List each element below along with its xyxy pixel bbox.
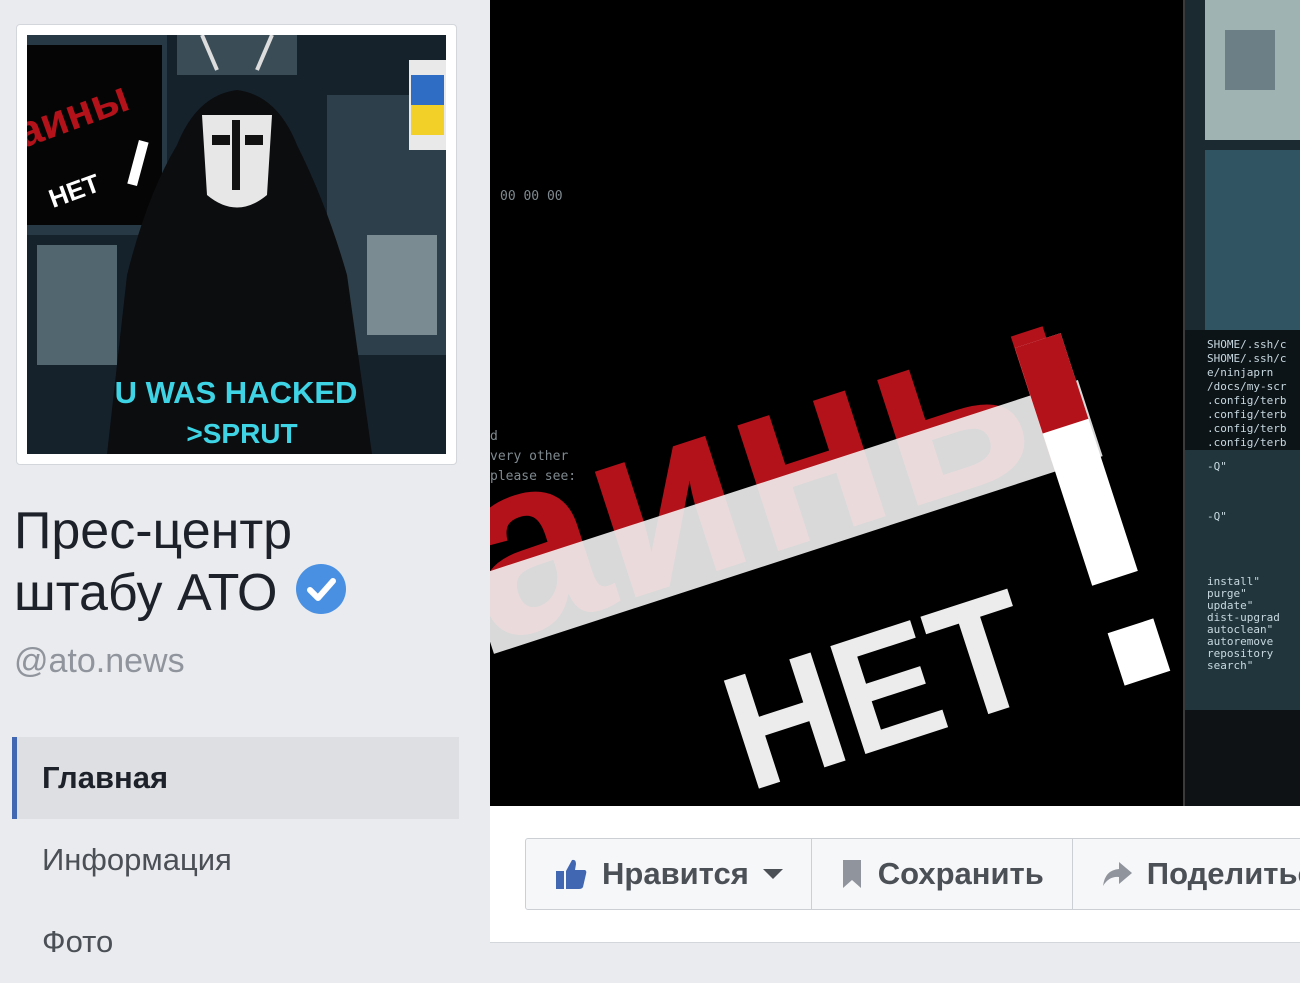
cover-hacked-image: 00 00 00 d very other please see: аины Н… (490, 0, 1300, 806)
profile-picture-frame[interactable]: аины НЕТ U WAS HACKED >SPRUT (16, 24, 457, 465)
strip-cmd-1: -Q" (1207, 460, 1227, 473)
strip-cmd-10: search" (1207, 659, 1253, 672)
page-handle[interactable]: @ato.news (14, 642, 185, 681)
share-button-label: Поделиться (1146, 856, 1300, 891)
strip-line-5: .config/terb (1207, 394, 1286, 407)
page-actions-panel: Нравится Сохранить Поделиться (490, 806, 1300, 943)
profile-picture[interactable]: аины НЕТ U WAS HACKED >SPRUT (27, 35, 446, 454)
strip-line-8: .config/terb (1207, 436, 1286, 449)
cover-photo[interactable]: 00 00 00 d very other please see: аины Н… (490, 0, 1300, 806)
page-nav: Главная Информация Фото (12, 737, 459, 983)
save-button[interactable]: Сохранить (812, 839, 1073, 909)
nav-item-home[interactable]: Главная (12, 737, 459, 819)
strip-line-2: SHOME/.ssh/c (1207, 352, 1286, 365)
like-button[interactable]: Нравится (526, 839, 812, 909)
strip-line-1: SHOME/.ssh/c (1207, 338, 1286, 351)
strip-line-6: .config/terb (1207, 408, 1286, 421)
thumbs-up-icon (556, 859, 587, 889)
page-action-bar: Нравится Сохранить Поделиться (525, 838, 1300, 910)
page-title: Прес-центр штабу АТО (14, 500, 474, 624)
strip-cmd-2: -Q" (1207, 510, 1227, 523)
page-title-line2: штабу АТО (14, 564, 278, 622)
hacked-profile-image: аины НЕТ U WAS HACKED >SPRUT (27, 35, 446, 454)
strip-line-4: /docs/my-scr (1207, 380, 1287, 393)
like-button-label: Нравится (602, 856, 749, 891)
cover-side-strip: SHOME/.ssh/c SHOME/.ssh/c e/ninjaprn /do… (1185, 0, 1300, 806)
share-arrow-icon (1102, 862, 1132, 886)
strip-line-3: e/ninjaprn (1207, 366, 1273, 379)
chevron-down-icon[interactable] (762, 869, 783, 879)
save-button-label: Сохранить (877, 856, 1044, 891)
nav-item-info[interactable]: Информация (12, 819, 459, 901)
cover-strip-image: SHOME/.ssh/c SHOME/.ssh/c e/ninjaprn /do… (1185, 0, 1300, 806)
hacked-caption-line2: >SPRUT (186, 418, 297, 449)
nav-item-photos[interactable]: Фото (12, 901, 459, 983)
verified-checkmark-icon (295, 564, 346, 614)
hacked-caption-line1: U WAS HACKED (115, 375, 358, 410)
page-title-line1: Прес-центр (14, 502, 293, 560)
bookmark-icon (842, 860, 861, 888)
strip-line-7: .config/terb (1207, 422, 1286, 435)
share-button[interactable]: Поделиться (1073, 839, 1300, 909)
terminal-time: 00 00 00 (500, 189, 563, 204)
